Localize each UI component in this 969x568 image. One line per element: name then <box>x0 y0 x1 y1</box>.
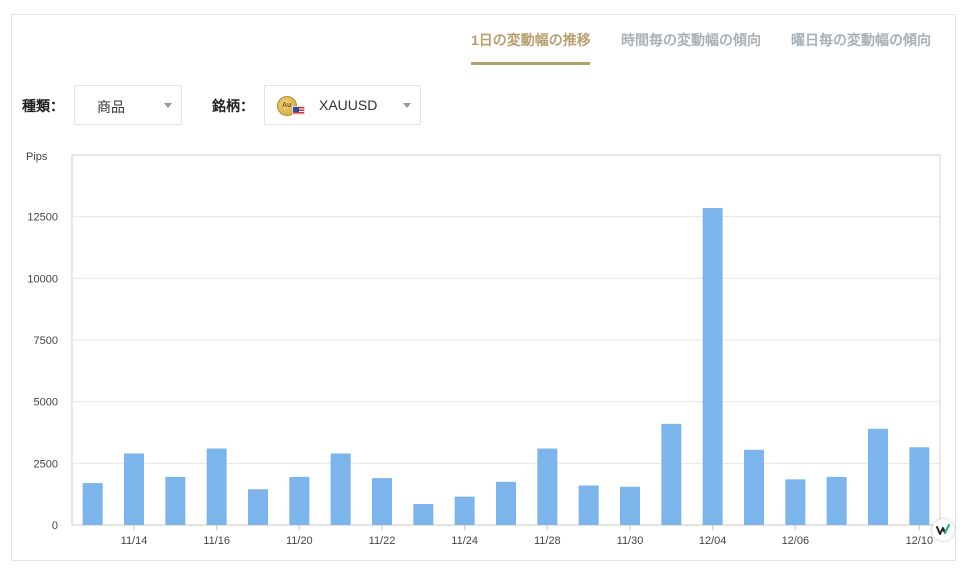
brand-logo-icon <box>936 524 950 535</box>
bar <box>537 448 558 525</box>
bar <box>206 448 227 525</box>
bar <box>413 504 434 525</box>
bar <box>744 449 764 525</box>
x-tick-label: 11/14 <box>121 535 148 547</box>
bar <box>330 453 351 525</box>
bar <box>289 476 310 525</box>
x-tick-label: 11/16 <box>203 535 230 547</box>
y-tick-label: 5000 <box>34 397 58 409</box>
y-axis-label: Pips <box>26 151 48 163</box>
x-tick-label: 11/20 <box>286 535 313 547</box>
x-tick-label: 11/24 <box>451 535 478 547</box>
bar <box>785 479 806 525</box>
x-tick-label: 12/04 <box>699 535 727 547</box>
x-tick-label: 12/10 <box>906 535 934 547</box>
y-tick-label: 12500 <box>27 212 58 224</box>
bar <box>165 476 186 525</box>
bar <box>496 481 516 525</box>
x-tick-label: 11/30 <box>617 535 644 547</box>
bar <box>124 453 144 525</box>
bar <box>826 476 847 525</box>
bar <box>454 496 475 525</box>
range-bar-chart: 0 2500 5000 7500 10000 12500 Pips 11/14 11/16 11/… <box>26 151 941 547</box>
bar <box>248 489 268 525</box>
bar <box>909 447 930 525</box>
bar <box>578 485 599 525</box>
x-tick-label: 12/06 <box>782 535 810 547</box>
bar <box>661 423 682 525</box>
bar <box>82 483 103 525</box>
bar <box>620 486 640 525</box>
bar <box>868 428 888 525</box>
y-tick-label: 0 <box>52 520 58 532</box>
y-tick-label: 7500 <box>34 335 58 347</box>
bar <box>702 208 723 526</box>
y-tick-label: 2500 <box>34 458 58 470</box>
x-tick-label: 11/28 <box>534 535 561 547</box>
brand-logo-badge[interactable] <box>932 519 954 541</box>
x-tick-label: 11/22 <box>369 535 396 547</box>
y-tick-label: 10000 <box>27 273 58 285</box>
bar <box>372 478 392 525</box>
